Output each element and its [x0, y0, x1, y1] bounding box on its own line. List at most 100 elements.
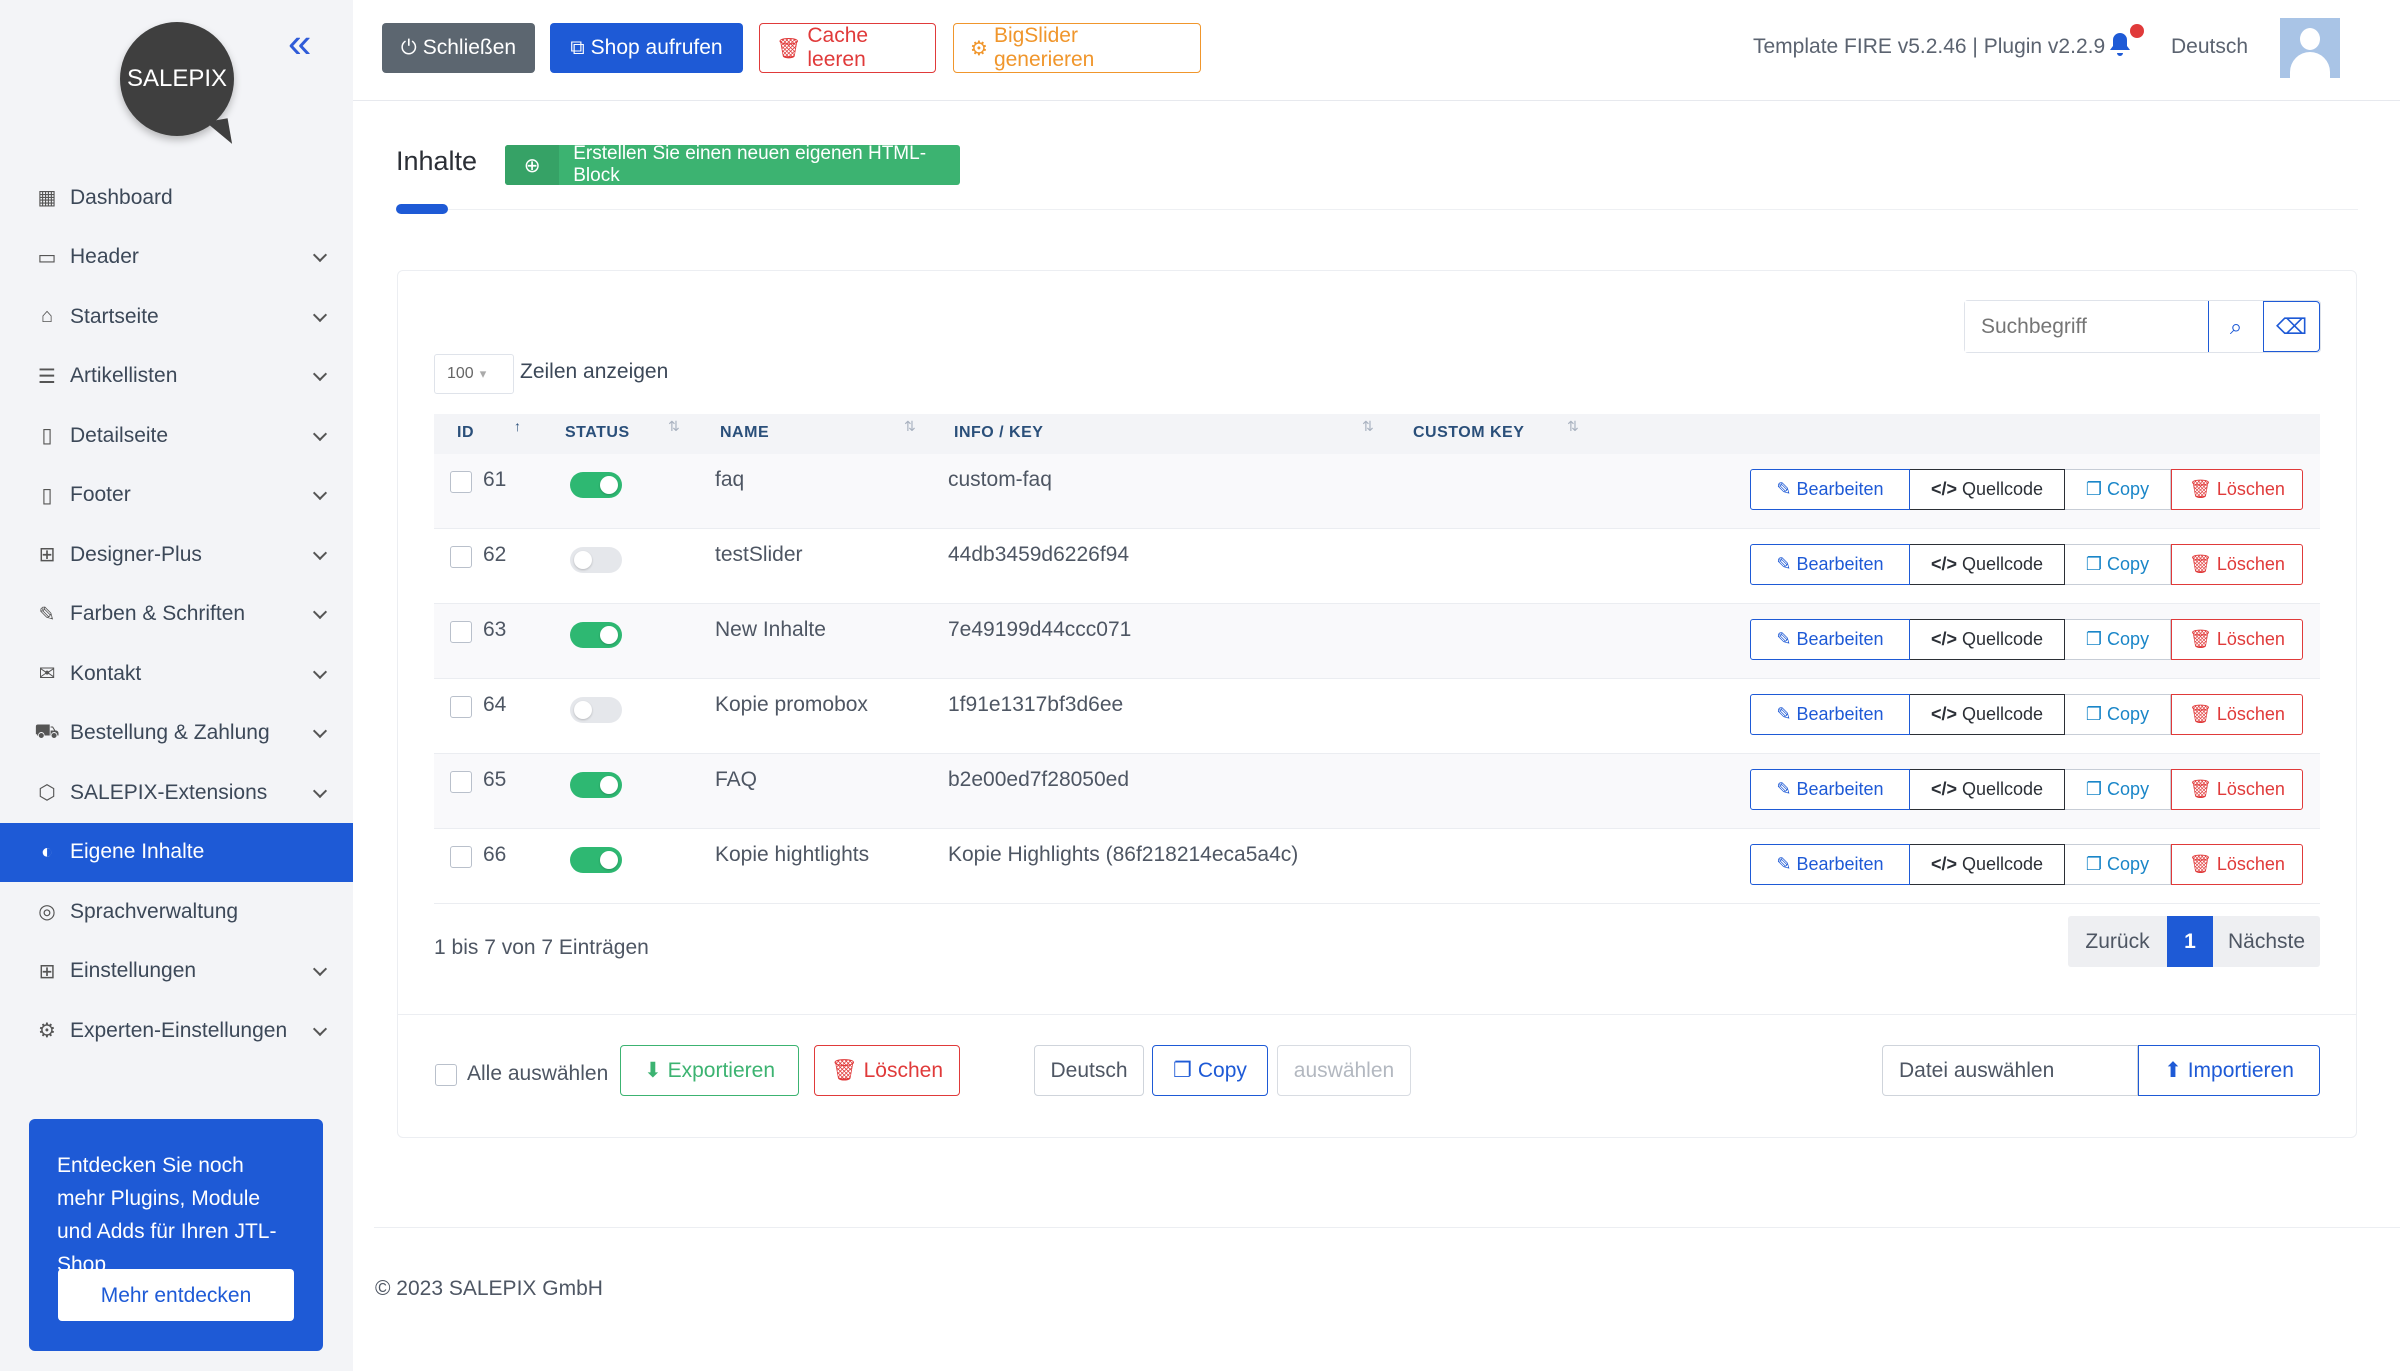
column-status[interactable]: STATUS	[565, 424, 630, 442]
sidebar-item-footer[interactable]: ▯ Footer	[0, 466, 353, 526]
status-toggle[interactable]	[570, 472, 622, 498]
select-all-label[interactable]: Alle auswählen	[467, 1062, 608, 1086]
status-toggle[interactable]	[570, 547, 622, 573]
sidebar-item-designer-plus[interactable]: ⊞ Designer-Plus	[0, 525, 353, 585]
source-code-label: Quellcode	[1961, 479, 2044, 499]
file-input[interactable]: Datei auswählen	[1882, 1045, 2138, 1096]
edit-button[interactable]: ✎ Bearbeiten	[1750, 844, 1910, 885]
bulk-copy-button[interactable]: ❐ Copy	[1152, 1045, 1268, 1096]
open-shop-label: Shop aufrufen	[590, 36, 723, 59]
chevron-down-icon	[312, 783, 328, 798]
edit-label: Bearbeiten	[1796, 554, 1884, 574]
source-code-button[interactable]: </> Quellcode	[1910, 469, 2065, 510]
language-select[interactable]: Deutsch	[1034, 1045, 1144, 1096]
pagination-page-1[interactable]: 1	[2167, 916, 2213, 967]
column-info-key[interactable]: INFO / KEY	[954, 424, 1043, 442]
row-actions: ✎ Bearbeiten </> Quellcode ❐ Copy 🗑 Löschen	[1750, 844, 2303, 885]
sidebar-item-eigene-inhalte[interactable]: ◐ Eigene Inhalte	[0, 822, 353, 882]
rows-per-page-select[interactable]: 100	[434, 354, 514, 394]
search-icon[interactable]: ⌕	[2208, 301, 2265, 352]
sidebar-item-artikellisten[interactable]: ☰ Artikellisten	[0, 347, 353, 407]
source-code-button[interactable]: </> Quellcode	[1910, 544, 2065, 585]
copy-button[interactable]: ❐ Copy	[2065, 469, 2171, 510]
notification-badge	[2130, 24, 2144, 38]
delete-button[interactable]: 🗑 Löschen	[2171, 844, 2303, 885]
open-shop-button[interactable]: ⧉ Shop aufrufen	[550, 23, 743, 73]
copyright: © 2023 SALEPIX GmbH	[375, 1277, 603, 1300]
double-chevron-left-icon[interactable]: «	[288, 22, 312, 64]
bell-icon[interactable]	[2108, 31, 2134, 61]
generate-bigslider-button[interactable]: ⚙ BigSlider generieren	[953, 23, 1201, 73]
language-switch[interactable]: Deutsch	[2171, 35, 2248, 59]
sidebar-item-kontakt[interactable]: ✉ Kontakt	[0, 644, 353, 704]
export-label: Exportieren	[667, 1058, 775, 1082]
row-name: Kopie promobox	[715, 693, 868, 716]
sidebar-item-bestellung-zahlung[interactable]: ⛟ Bestellung & Zahlung	[0, 704, 353, 764]
edit-icon: ✎	[1776, 479, 1792, 499]
edit-button[interactable]: ✎ Bearbeiten	[1750, 619, 1910, 660]
row-info-key: Kopie Highlights (86f218214eca5a4c)	[948, 843, 1299, 866]
copy-button[interactable]: ❐ Copy	[2065, 694, 2171, 735]
copy-button[interactable]: ❐ Copy	[2065, 544, 2171, 585]
pagination-next[interactable]: Nächste	[2213, 916, 2320, 967]
row-checkbox[interactable]	[450, 471, 472, 493]
sidebar-item-einstellungen[interactable]: ⊞ Einstellungen	[0, 942, 353, 1002]
sidebar-item-salepix-extensions[interactable]: ⬡ SALEPIX-Extensions	[0, 763, 353, 823]
avatar[interactable]	[2280, 18, 2340, 78]
status-toggle[interactable]	[570, 622, 622, 648]
sidebar-item-header[interactable]: ▭ Header	[0, 228, 353, 288]
pagination-prev[interactable]: Zurück	[2068, 916, 2167, 967]
header-icon: ▭	[37, 246, 57, 269]
sidebar-item-experten-einstellungen[interactable]: ⚙ Experten-Einstellungen	[0, 1001, 353, 1061]
choose-button[interactable]: auswählen	[1277, 1045, 1411, 1096]
row-checkbox[interactable]	[450, 621, 472, 643]
eraser-icon[interactable]: ⌫	[2264, 301, 2320, 352]
edit-button[interactable]: ✎ Bearbeiten	[1750, 469, 1910, 510]
search-input[interactable]	[1965, 301, 2208, 352]
delete-button[interactable]: 🗑 Löschen	[2171, 769, 2303, 810]
edit-button[interactable]: ✎ Bearbeiten	[1750, 769, 1910, 810]
edit-button[interactable]: ✎ Bearbeiten	[1750, 694, 1910, 735]
sidebar-item-sprachverwaltung[interactable]: ◎ Sprachverwaltung	[0, 882, 353, 942]
sidebar-item-dashboard[interactable]: ▦ Dashboard	[0, 168, 353, 228]
column-name[interactable]: NAME	[720, 424, 769, 442]
copy-button[interactable]: ❐ Copy	[2065, 844, 2171, 885]
row-checkbox[interactable]	[450, 771, 472, 793]
source-code-button[interactable]: </> Quellcode	[1910, 694, 2065, 735]
copy-button[interactable]: ❐ Copy	[2065, 769, 2171, 810]
copy-icon: ❐	[2085, 779, 2103, 799]
sidebar-item-startseite[interactable]: ⌂ Startseite	[0, 287, 353, 347]
status-toggle[interactable]	[570, 697, 622, 723]
row-checkbox[interactable]	[450, 696, 472, 718]
import-button[interactable]: ⬆ Importieren	[2138, 1045, 2320, 1096]
delete-button[interactable]: 🗑 Löschen	[2171, 544, 2303, 585]
row-checkbox[interactable]	[450, 546, 472, 568]
close-button[interactable]: ⏻ Schließen	[382, 23, 535, 73]
trash-icon: 🗑	[2189, 704, 2212, 724]
select-all-checkbox[interactable]	[435, 1064, 457, 1086]
sidebar-item-farben-schriften[interactable]: ✎ Farben & Schriften	[0, 585, 353, 645]
column-custom-key[interactable]: CUSTOM KEY	[1413, 424, 1524, 442]
export-button[interactable]: ⬇ Exportieren	[620, 1045, 799, 1096]
column-id[interactable]: ID	[457, 424, 474, 442]
status-toggle[interactable]	[570, 772, 622, 798]
source-code-button[interactable]: </> Quellcode	[1910, 619, 2065, 660]
edit-label: Bearbeiten	[1796, 854, 1884, 874]
row-checkbox[interactable]	[450, 846, 472, 868]
edit-label: Bearbeiten	[1796, 629, 1884, 649]
delete-button[interactable]: 🗑 Löschen	[2171, 469, 2303, 510]
bulk-delete-button[interactable]: 🗑 Löschen	[814, 1045, 960, 1096]
source-code-button[interactable]: </> Quellcode	[1910, 769, 2065, 810]
source-code-button[interactable]: </> Quellcode	[1910, 844, 2065, 885]
delete-button[interactable]: 🗑 Löschen	[2171, 694, 2303, 735]
delete-button[interactable]: 🗑 Löschen	[2171, 619, 2303, 660]
edit-button[interactable]: ✎ Bearbeiten	[1750, 544, 1910, 585]
row-info-key: 7e49199d44ccc071	[948, 618, 1132, 641]
status-toggle[interactable]	[570, 847, 622, 873]
create-html-block-button[interactable]: ⊕ Erstellen Sie einen neuen eigenen HTML…	[505, 143, 960, 186]
discover-more-button[interactable]: Mehr entdecken	[58, 1269, 294, 1321]
sidebar-item-detailseite[interactable]: ▯ Detailseite	[0, 406, 353, 466]
copy-button[interactable]: ❐ Copy	[2065, 619, 2171, 660]
salepix-logo[interactable]: SALEPIX	[120, 22, 234, 136]
clear-cache-button[interactable]: 🗑 Cache leeren	[759, 23, 936, 73]
